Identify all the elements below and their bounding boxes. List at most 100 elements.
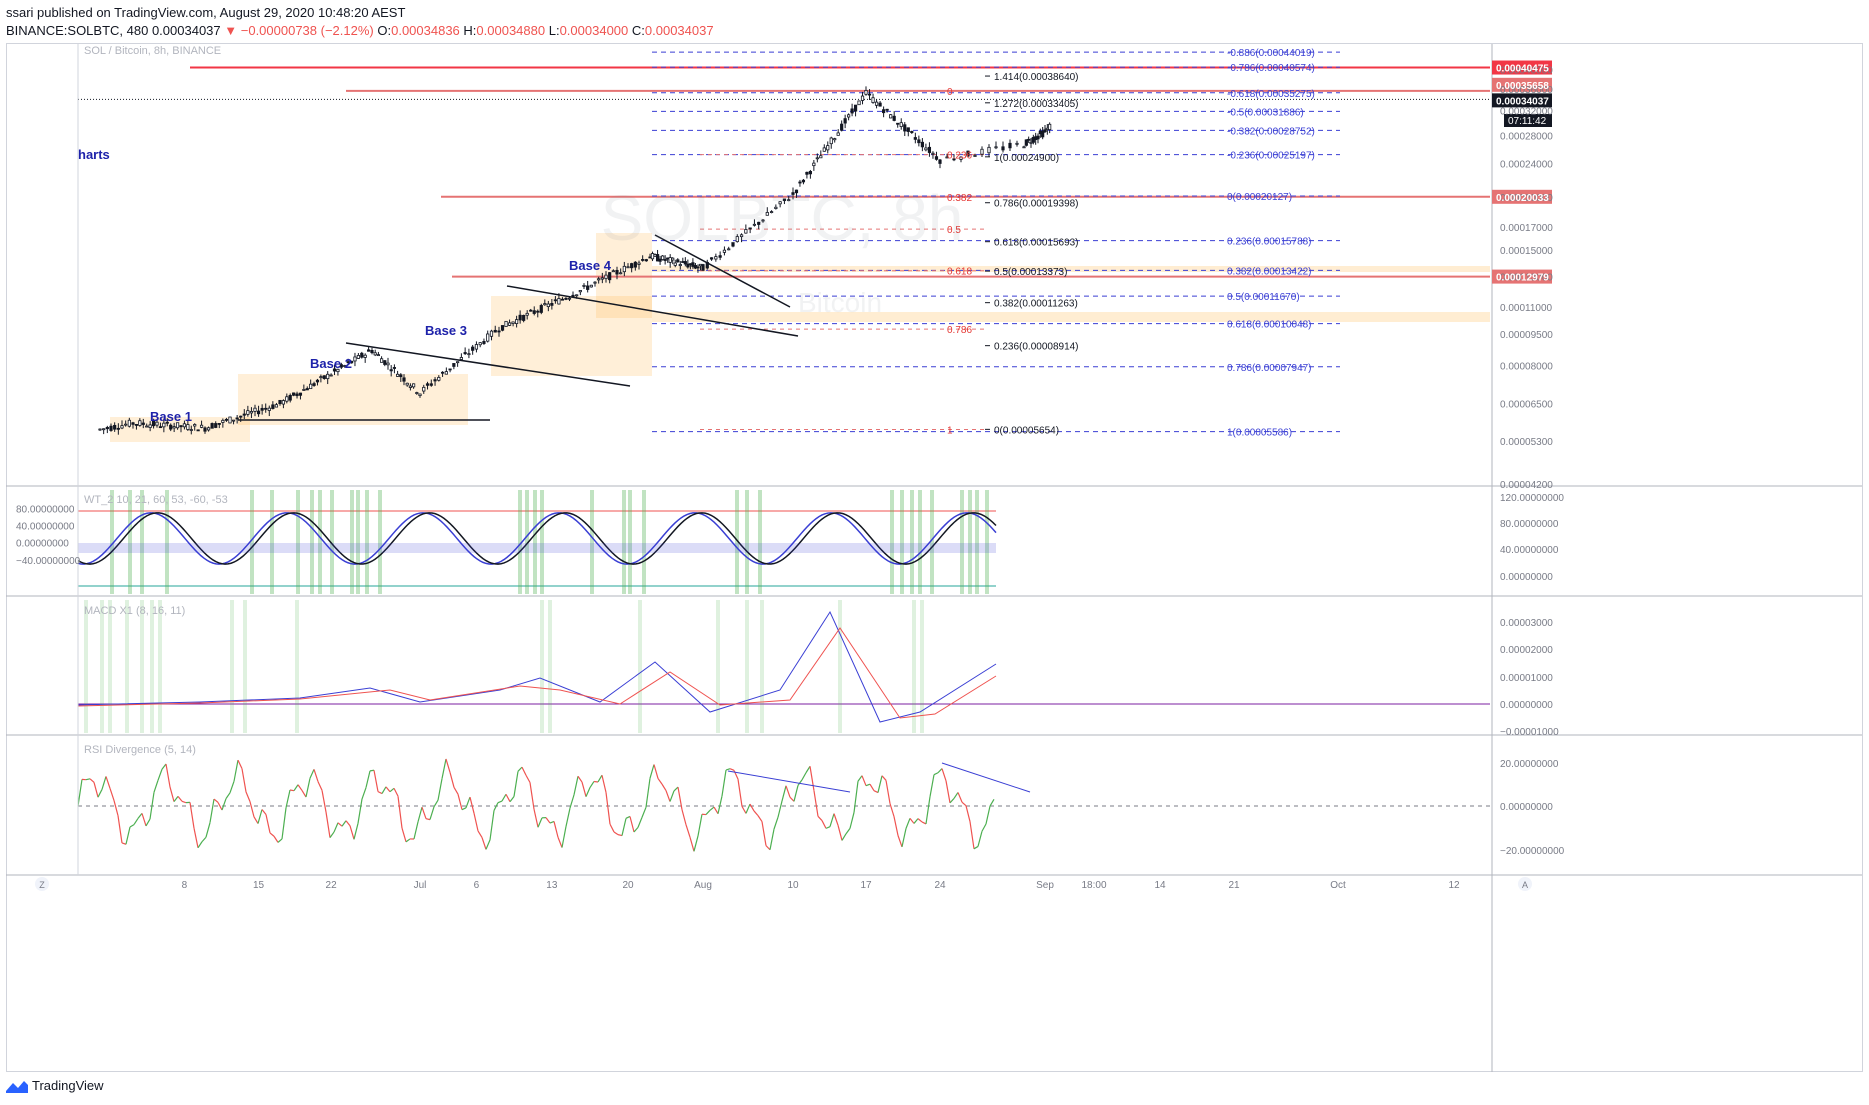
rsi-segment: [405, 838, 411, 843]
candle-body: [917, 139, 921, 144]
rsi-segment: [281, 807, 287, 839]
fib-level-label: 0.5(0.00011670): [1227, 292, 1300, 303]
zone-band: [652, 266, 1490, 272]
fib-level-label: -0.236(0.00025197): [1227, 151, 1315, 162]
rsi-segment: [617, 834, 623, 837]
rsi-segment: [937, 768, 943, 774]
candle-body: [927, 146, 932, 153]
price-badge-text: 0.00040475: [1496, 64, 1549, 75]
rsi-segment: [213, 798, 219, 803]
rsi-segment: [849, 812, 855, 829]
rsi-segment: [97, 789, 103, 798]
candle-body: [515, 319, 519, 325]
candle-body: [701, 264, 705, 271]
candle-body: [309, 383, 313, 390]
rsi-segment: [241, 768, 247, 793]
candle-body: [698, 263, 703, 267]
candle-body: [456, 361, 460, 364]
candle-body: [539, 305, 543, 313]
macd-signal-bar: [158, 600, 162, 733]
candle-body: [256, 410, 261, 415]
candle-body: [593, 281, 597, 284]
candle-body: [608, 272, 612, 281]
macd-signal-bar: [540, 600, 544, 733]
rsi-segment: [821, 820, 827, 829]
rsi-segment: [609, 823, 615, 833]
candle-body: [557, 298, 561, 305]
candle-body: [389, 369, 393, 372]
wt-signal-bar: [540, 490, 544, 594]
rsi-segment: [769, 829, 775, 850]
price-tick: 0.00028000: [1500, 131, 1553, 142]
candle-body: [630, 263, 634, 269]
fib-level-label: 0.618(0.00010048): [1227, 320, 1312, 331]
candle-body: [493, 329, 497, 333]
rsi-segment: [445, 758, 451, 773]
rsi-segment: [585, 787, 591, 797]
rsi-segment: [117, 815, 123, 844]
rsi-segment: [353, 823, 359, 840]
candle-body: [1043, 129, 1047, 133]
brand-label[interactable]: TradingView: [32, 1078, 104, 1093]
chart-canvas[interactable]: -0.886(0.00044019) -0.786(0.00040574) -0.6…: [0, 0, 1869, 1105]
macd-tick: 0.00003000: [1500, 618, 1553, 629]
fib-retrace-label: 0: [947, 87, 953, 98]
candle-body: [622, 265, 626, 273]
rsi-segment: [725, 768, 731, 771]
auto-scale-label[interactable]: A: [1522, 880, 1528, 890]
rsi-segment: [429, 806, 435, 820]
rsi-segment: [433, 799, 439, 808]
candle-body: [395, 373, 400, 377]
candle-body: [822, 147, 826, 152]
candle-body: [422, 386, 426, 392]
candle-body: [418, 393, 422, 397]
rsi-segment: [913, 818, 919, 824]
candle-body: [582, 284, 586, 287]
candle-body: [648, 256, 652, 259]
rsi-segment: [837, 825, 843, 841]
wt-signal-bar: [356, 490, 360, 594]
candle-body: [714, 256, 718, 260]
candle-body: [463, 352, 467, 355]
watermark-sub: Bitcoin: [798, 287, 882, 318]
time-tick: 8: [182, 880, 188, 891]
rsi-segment: [557, 837, 563, 848]
rsi-segment: [561, 826, 567, 848]
candle-body: [867, 93, 872, 96]
candle-body: [141, 422, 145, 425]
rsi-segment: [261, 809, 267, 815]
rsi-segment: [341, 820, 347, 827]
rsi-segment: [453, 786, 459, 795]
time-tick: Oct: [1330, 880, 1346, 891]
rsi-segment: [93, 782, 99, 798]
candle-body: [668, 257, 672, 263]
rsi-segment: [145, 818, 151, 827]
time-tick: 15: [253, 880, 265, 891]
rsi-segment: [873, 790, 879, 794]
rsi-segment: [897, 835, 903, 848]
rsi-segment: [193, 828, 199, 848]
candle-body: [678, 264, 682, 267]
zoom-button-label[interactable]: Z: [39, 880, 45, 890]
rsi-segment: [717, 795, 723, 814]
candle-body: [210, 423, 214, 429]
rsi-segment: [757, 815, 763, 822]
macd-signal-bar: [716, 600, 720, 733]
rsi-segment: [529, 782, 535, 810]
watermark: SOLBTC, 8h: [601, 182, 964, 254]
candle-body: [429, 383, 433, 386]
candle-body: [179, 425, 183, 428]
rsi-segment: [417, 807, 423, 823]
fib-extension-label: 1.414(0.00038640): [994, 72, 1079, 83]
rsi-segment: [793, 785, 799, 802]
rsi-segment: [869, 783, 875, 792]
candle-body: [408, 385, 413, 388]
candle-body: [224, 418, 229, 421]
candle-body: [864, 90, 868, 95]
candle-body: [874, 101, 879, 106]
rsi-segment: [689, 837, 695, 852]
rsi-segment: [309, 769, 315, 779]
candle-body: [221, 419, 225, 423]
fib-level-label: 0.236(0.00015788): [1227, 237, 1312, 248]
candle-body: [474, 344, 479, 350]
